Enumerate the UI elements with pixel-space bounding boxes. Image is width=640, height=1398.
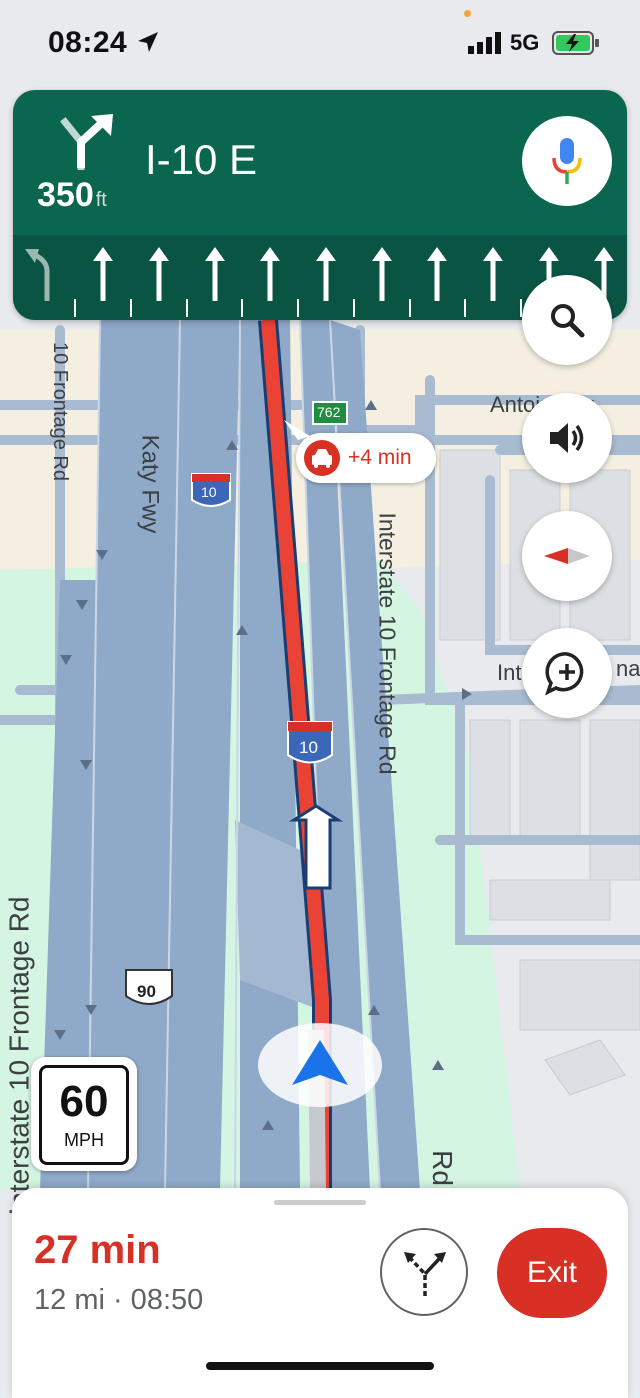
map-label-inter: Int	[497, 660, 522, 685]
compass-icon	[544, 548, 590, 564]
sheet-drag-handle[interactable]	[274, 1200, 366, 1205]
compass-button[interactable]	[522, 511, 612, 601]
volume-icon	[550, 423, 584, 453]
search-button[interactable]	[522, 275, 612, 365]
eta-details: 12 mi · 08:50	[34, 1284, 204, 1316]
add-comment-icon	[545, 652, 584, 696]
voice-search-button[interactable]	[522, 116, 612, 206]
exit-number-label: 762	[317, 404, 341, 420]
speed-limit-value: 60	[59, 1077, 109, 1126]
bubble-pointer-icon	[284, 420, 310, 440]
sound-button[interactable]	[522, 393, 612, 483]
map-label-interstate-frontage-right: Interstate 10 Frontage Rd	[374, 512, 401, 775]
microphone-icon	[552, 138, 582, 184]
distance-to-turn: 350 ft	[37, 176, 107, 214]
exit-navigation-button[interactable]: Exit	[497, 1228, 607, 1318]
orange-dot-indicator	[464, 10, 471, 17]
shield-label-i10-top: 10	[201, 484, 217, 500]
traffic-delay-text: +4 min	[348, 446, 412, 469]
shield-label-us90: 90	[137, 982, 156, 1001]
map-label-rd-bottom: Rd	[426, 1150, 458, 1186]
map-label-frontage-left: 10 Frontage Rd	[48, 342, 71, 481]
trip-bottom-sheet[interactable]: 27 min 12 mi · 08:50 Exit	[12, 1188, 628, 1398]
map-label-na: na	[616, 656, 640, 681]
route-fork-icon	[404, 1252, 446, 1296]
home-indicator[interactable]	[206, 1362, 434, 1370]
eta-duration: 27 min	[34, 1228, 161, 1272]
location-arrow-icon	[138, 32, 158, 52]
shield-label-i10-mid: 10	[299, 738, 318, 757]
traffic-car-icon	[304, 440, 340, 476]
cellular-signal-icon	[468, 32, 501, 54]
traffic-delay-bubble[interactable]: +4 min	[296, 433, 436, 483]
network-type: 5G	[510, 30, 540, 55]
next-road-name: I-10 E	[145, 136, 258, 183]
speed-limit-unit: MPH	[64, 1130, 104, 1150]
battery-charging-icon	[552, 31, 599, 55]
turn-slight-right-icon	[60, 114, 113, 170]
map-label-katy-fwy: Katy Fwy	[136, 434, 164, 534]
navigation-banner[interactable]: 350 ft I-10 E	[13, 90, 627, 320]
status-time: 08:24	[48, 26, 128, 59]
speed-limit-sign: 60 MPH	[31, 1057, 137, 1171]
map-label-interstate-frontage-left: Interstate 10 Frontage Rd	[3, 896, 35, 1216]
search-icon	[551, 304, 585, 338]
report-incident-button[interactable]	[522, 628, 612, 718]
alternate-routes-button[interactable]	[380, 1228, 468, 1316]
